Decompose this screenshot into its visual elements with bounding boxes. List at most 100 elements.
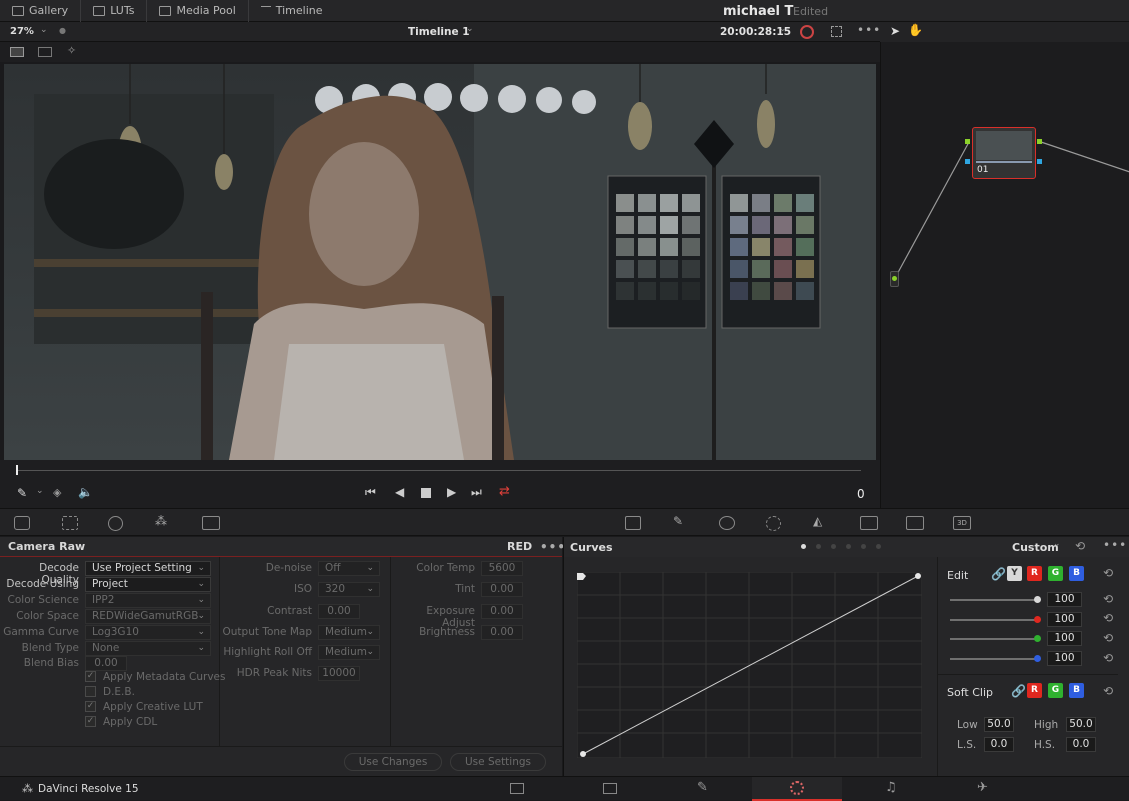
edit-page-icon[interactable]	[603, 783, 617, 794]
node-input-key[interactable]	[965, 159, 970, 164]
source-node[interactable]	[890, 271, 899, 287]
high-field[interactable]: 50.0	[1066, 717, 1096, 732]
soft-clip-r-button[interactable]: R	[1027, 683, 1042, 698]
reset-icon[interactable]: ⟲	[1103, 631, 1113, 645]
link-icon[interactable]: 🔗	[991, 567, 1006, 581]
hdr-peak-nits-field[interactable]: 10000	[318, 666, 360, 681]
output-tone-map-select[interactable]: Medium ⌄	[318, 625, 380, 640]
layers-icon[interactable]: ◈	[53, 486, 61, 499]
deb-checkbox[interactable]	[85, 686, 96, 697]
window-icon[interactable]	[719, 516, 735, 530]
color-wheels-icon[interactable]	[108, 516, 123, 531]
color-wheel-icon[interactable]	[800, 25, 814, 39]
zoom-dropdown[interactable]: 27%	[10, 26, 34, 37]
link-icon[interactable]: 🔗	[1011, 684, 1026, 698]
reset-icon[interactable]: ⟲	[1075, 539, 1085, 553]
stop-icon[interactable]	[421, 488, 431, 498]
hand-icon[interactable]: ✋	[908, 23, 923, 37]
iso-select[interactable]: 320 ⌄	[318, 582, 380, 597]
motion-effects-icon[interactable]	[202, 516, 220, 530]
page-dot[interactable]	[816, 544, 821, 549]
node-input-rgb[interactable]	[965, 139, 970, 144]
media-page-icon[interactable]	[510, 783, 524, 794]
r-channel-slider-track[interactable]	[950, 619, 1040, 621]
split-viewer-icon[interactable]	[38, 47, 52, 57]
curve-point-white[interactable]	[915, 573, 921, 579]
gamma-curve-select[interactable]: Log3G10 ⌄	[85, 625, 211, 640]
magic-wand-icon[interactable]: ✧	[67, 44, 76, 57]
curves-mode-dropdown[interactable]: Custom	[1012, 541, 1059, 554]
tab-gallery[interactable]: Gallery	[0, 0, 82, 22]
go-to-start-icon[interactable]: ⏮	[365, 485, 376, 500]
more-options-icon[interactable]: •••	[1103, 538, 1127, 552]
page-dot[interactable]	[861, 544, 866, 549]
fullscreen-icon[interactable]	[831, 26, 842, 37]
reset-icon[interactable]: ⟲	[1103, 684, 1113, 698]
reset-icon[interactable]: ⟲	[1103, 651, 1113, 665]
y-channel-value[interactable]: 100	[1047, 592, 1082, 607]
color-science-select[interactable]: IPP2 ⌄	[85, 593, 211, 608]
apply-cdl-checkbox[interactable]: ✓	[85, 716, 96, 727]
scrubber-track[interactable]	[16, 470, 861, 471]
denoise-select[interactable]: Off ⌄	[318, 561, 380, 576]
timeline-dropdown[interactable]: Timeline 1	[408, 26, 470, 38]
serial-node-01[interactable]: 01	[972, 127, 1036, 179]
pointer-icon[interactable]: ➤	[890, 24, 900, 38]
node-output-key[interactable]	[1037, 159, 1042, 164]
source-output-dot[interactable]	[892, 276, 897, 281]
fairlight-page-icon[interactable]: ♫	[885, 780, 897, 795]
decode-quality-select[interactable]: Use Project Setting ⌄	[85, 561, 211, 576]
page-dot[interactable]	[831, 544, 836, 549]
b-channel-value[interactable]: 100	[1047, 651, 1082, 666]
blend-bias-field[interactable]: 0.00	[85, 656, 127, 671]
g-channel-slider-track[interactable]	[950, 638, 1040, 640]
apply-creative-lut-checkbox[interactable]: ✓	[85, 701, 96, 712]
reset-icon[interactable]: ⟲	[1103, 611, 1113, 625]
b-channel-slider-knob[interactable]	[1034, 655, 1041, 662]
key-icon[interactable]	[860, 516, 878, 530]
apply-metadata-curves-checkbox[interactable]: ✓	[85, 671, 96, 682]
color-temp-field[interactable]: 5600	[481, 561, 523, 576]
page-dot-active[interactable]	[801, 544, 806, 549]
contrast-field[interactable]: 0.00	[318, 604, 360, 619]
hs-field[interactable]: 0.0	[1066, 737, 1096, 752]
node-graph[interactable]	[880, 22, 1129, 508]
highlight-roll-off-select[interactable]: Medium ⌄	[318, 645, 380, 660]
reset-icon[interactable]: ⟲	[1103, 566, 1113, 580]
rgb-mixer-icon[interactable]: ⁂	[155, 514, 171, 528]
3d-icon[interactable]: 3D	[953, 516, 971, 530]
soft-clip-g-button[interactable]: G	[1048, 683, 1063, 698]
color-page-tab[interactable]	[752, 777, 842, 801]
b-channel-slider-track[interactable]	[950, 658, 1040, 660]
chevron-down-icon[interactable]: ⌄	[36, 486, 44, 496]
curve-graph[interactable]	[577, 572, 922, 758]
go-to-end-icon[interactable]: ⏭	[471, 485, 482, 500]
curve-point-black[interactable]	[580, 751, 586, 757]
exposure-adjust-field[interactable]: 0.00	[481, 604, 523, 619]
deliver-page-icon[interactable]: ✈	[977, 780, 988, 795]
r-channel-slider-knob[interactable]	[1034, 616, 1041, 623]
volume-icon[interactable]: 🔈	[78, 485, 93, 499]
reset-icon[interactable]: ⟲	[1103, 592, 1113, 606]
video-viewer[interactable]	[4, 64, 876, 460]
r-channel-value[interactable]: 100	[1047, 612, 1082, 627]
play-icon[interactable]: ▶	[447, 485, 456, 499]
g-channel-button[interactable]: G	[1048, 566, 1063, 581]
blend-type-select[interactable]: None ⌄	[85, 641, 211, 656]
use-changes-button[interactable]: Use Changes	[344, 753, 442, 771]
more-options-icon[interactable]: •••	[857, 23, 881, 37]
fusion-page-icon[interactable]: ✎	[697, 780, 708, 795]
camera-raw-icon[interactable]	[14, 516, 30, 530]
eyedropper-icon[interactable]: ✎	[17, 486, 27, 500]
brightness-field[interactable]: 0.00	[481, 625, 523, 640]
tint-field[interactable]: 0.00	[481, 582, 523, 597]
y-channel-slider-track[interactable]	[950, 599, 1040, 601]
loop-icon[interactable]: ⇄	[499, 484, 510, 499]
page-dot[interactable]	[876, 544, 881, 549]
curves-icon[interactable]	[625, 516, 641, 530]
soft-clip-b-button[interactable]: B	[1069, 683, 1084, 698]
blur-icon[interactable]: ◭	[813, 514, 829, 528]
sizing-icon[interactable]	[906, 516, 924, 530]
playhead[interactable]	[16, 465, 18, 475]
single-viewer-icon[interactable]	[10, 47, 24, 57]
